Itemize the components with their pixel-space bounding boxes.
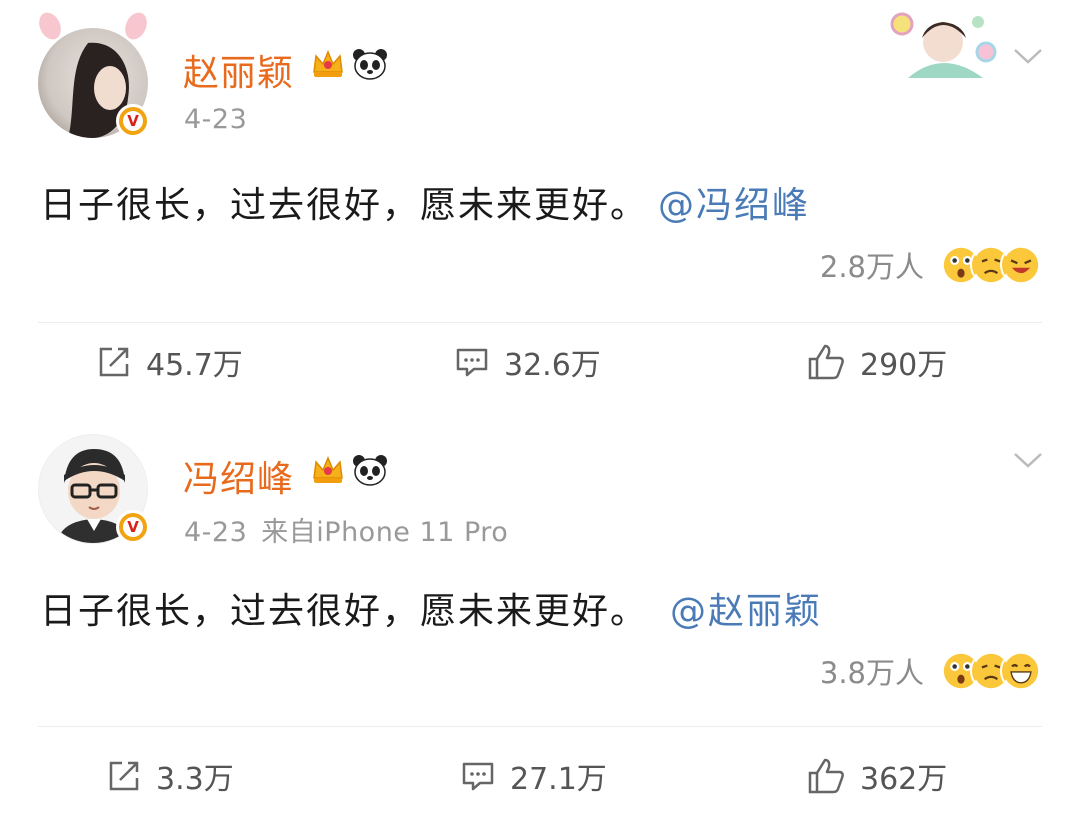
panda-icon (353, 455, 387, 486)
crown-icon (313, 456, 343, 483)
post-text: 日子很长，过去很好，愿未来更好。 (40, 185, 649, 226)
verified-icon: V (116, 510, 150, 544)
username[interactable]: 冯绍峰 (183, 450, 294, 502)
panda-icon (353, 49, 387, 80)
post-source: 来自iPhone 11 Pro (261, 517, 509, 548)
grinning-emoji-icon (1000, 650, 1042, 692)
repost-button[interactable]: 3.3万 (106, 754, 234, 798)
reaction-count: 2.8万人 (819, 250, 924, 284)
laughing-emoji-icon (1000, 244, 1042, 286)
divider (38, 726, 1042, 727)
weibo-post: V 赵丽颖 4-23 日子很长，过去很好，愿未来更好。 @冯绍峰 2.8万人 4… (0, 0, 1080, 410)
avatar[interactable]: V (38, 28, 150, 138)
comment-count: 32.6万 (504, 348, 601, 383)
repost-icon (109, 761, 139, 791)
weibo-post: V 冯绍峰 4-23 来自iPhone 11 Pro 日子很长，过去很好，愿未来更… (0, 410, 1080, 809)
username[interactable]: 赵丽颖 (183, 44, 294, 96)
like-button[interactable]: 290万 (806, 340, 947, 384)
reaction-count: 3.8万人 (819, 656, 924, 690)
like-icon (808, 344, 844, 380)
comment-count: 27.1万 (510, 762, 607, 797)
repost-icon (99, 347, 129, 377)
avatar-sticker-icon (890, 12, 997, 78)
repost-count: 45.7万 (146, 348, 243, 383)
post-content: 日子很长，过去很好，愿未来更好。 @冯绍峰 (40, 176, 810, 228)
comment-icon (462, 762, 494, 791)
verified-icon: V (116, 104, 150, 138)
reactions-summary[interactable]: 2.8万人 (820, 244, 1042, 286)
reactions-summary[interactable]: 3.8万人 (820, 650, 1042, 692)
comment-button[interactable]: 27.1万 (460, 754, 607, 798)
mention-link[interactable]: @赵丽颖 (670, 591, 822, 632)
repost-count: 3.3万 (156, 762, 234, 797)
post-date: 4-23 (184, 104, 248, 135)
like-count: 290万 (860, 348, 948, 383)
like-button[interactable]: 362万 (806, 754, 947, 798)
chevron-down-icon[interactable] (1012, 450, 1044, 470)
mention-link[interactable]: @冯绍峰 (658, 185, 810, 226)
chevron-down-icon[interactable] (1012, 46, 1044, 66)
like-count: 362万 (860, 762, 948, 797)
comment-button[interactable]: 32.6万 (454, 340, 601, 384)
post-date: 4-23 (184, 517, 248, 548)
post-content: 日子很长，过去很好，愿未来更好。 @赵丽颖 (40, 582, 822, 634)
like-icon (808, 758, 844, 794)
comment-icon (456, 348, 488, 377)
avatar[interactable]: V (38, 434, 150, 544)
repost-button[interactable]: 45.7万 (96, 340, 243, 384)
crown-icon (313, 50, 343, 77)
divider (38, 322, 1042, 323)
post-text: 日子很长，过去很好，愿未来更好。 (40, 591, 649, 632)
